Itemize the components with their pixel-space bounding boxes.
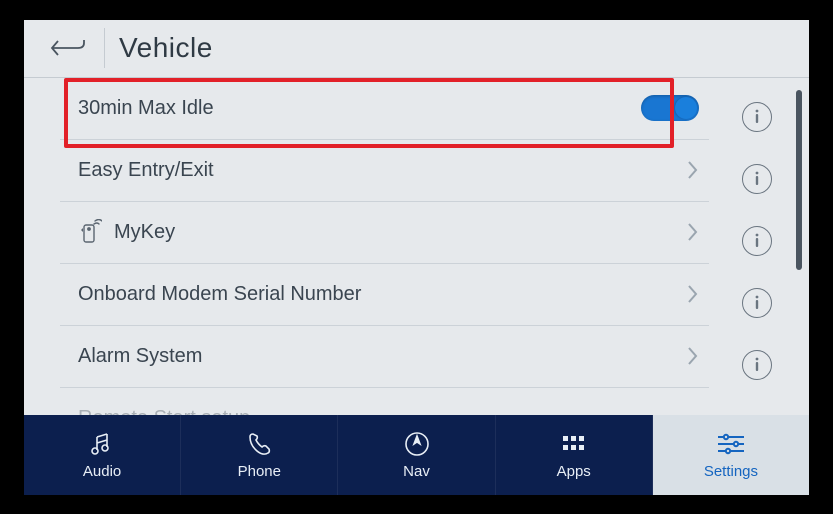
settings-list: 30min Max Idle Easy Entry/Exit [24,78,721,415]
toggle-max-idle[interactable] [641,95,699,121]
scrollbar-thumb[interactable] [796,90,802,270]
row-label: Easy Entry/Exit [78,159,685,182]
chevron-right-icon [685,159,699,181]
audio-icon [88,429,116,459]
info-icon [742,350,772,380]
apps-icon [560,429,588,459]
info-icon [742,226,772,256]
info-icon [742,164,772,194]
row-label: Alarm System [78,345,685,368]
nav-icon [403,429,431,459]
nav-label: Settings [704,463,758,480]
back-icon [50,37,86,59]
row-label: 30min Max Idle [78,97,641,120]
info-button[interactable] [721,272,793,334]
row-remote-start[interactable]: Remote Start setup [60,388,709,415]
nav-label: Nav [403,463,430,480]
nav-audio[interactable]: Audio [24,415,181,495]
mykey-icon [78,219,106,245]
chevron-right-icon [685,221,699,243]
chevron-right-icon [685,345,699,367]
info-button[interactable] [721,86,793,148]
nav-label: Phone [238,463,281,480]
row-modem-serial[interactable]: Onboard Modem Serial Number [60,264,709,326]
chevron-right-icon [685,283,699,305]
nav-settings[interactable]: Settings [653,415,809,495]
row-label: Remote Start setup [78,407,699,415]
row-alarm-system[interactable]: Alarm System [60,326,709,388]
header-bar: Vehicle [24,20,809,78]
row-easy-entry-exit[interactable]: Easy Entry/Exit [60,140,709,202]
list-area: 30min Max Idle Easy Entry/Exit [24,78,809,415]
settings-icon [716,429,746,459]
page-title: Vehicle [119,32,213,64]
screen: Vehicle 30min Max Idle Easy Entry/Exit [24,20,809,495]
info-icon [742,102,772,132]
row-label: Onboard Modem Serial Number [78,283,685,306]
info-column [721,78,793,415]
info-icon [742,288,772,318]
scrollbar[interactable] [793,78,805,415]
phone-icon [245,429,273,459]
nav-label: Audio [83,463,121,480]
row-mykey[interactable]: MyKey [60,202,709,264]
info-button[interactable] [721,148,793,210]
row-label: MyKey [114,221,685,244]
nav-nav[interactable]: Nav [338,415,495,495]
bottom-nav: Audio Phone Nav [24,415,809,495]
nav-phone[interactable]: Phone [181,415,338,495]
info-button[interactable] [721,210,793,272]
nav-apps[interactable]: Apps [496,415,653,495]
header-divider [104,28,105,68]
info-button[interactable] [721,334,793,396]
nav-label: Apps [557,463,591,480]
row-max-idle[interactable]: 30min Max Idle [60,78,709,140]
back-button[interactable] [38,27,98,69]
